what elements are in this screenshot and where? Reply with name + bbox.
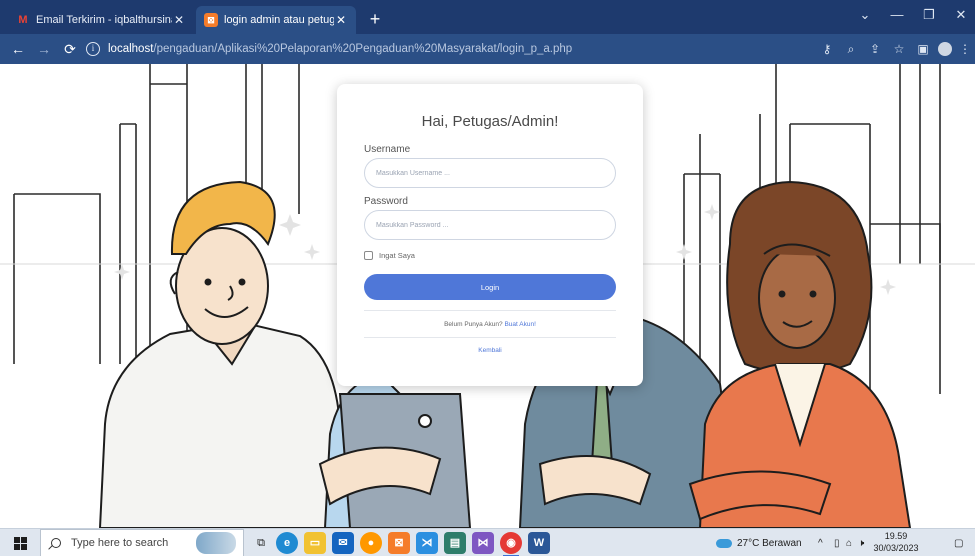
sidepanel-icon[interactable]: ▣ bbox=[914, 40, 932, 58]
tab-title: login admin atau petugas bbox=[224, 14, 334, 26]
register-prompt: Belum Punya Akun? Buat Akun! bbox=[364, 321, 616, 328]
username-label: Username bbox=[364, 144, 411, 155]
divider bbox=[364, 310, 616, 311]
key-icon[interactable]: ⚷ bbox=[818, 40, 836, 58]
page-content: Hai, Petugas/Admin! Username Password In… bbox=[0, 64, 975, 528]
browser-tab-strip: M Email Terkirim - iqbalthursina@g ✕ ⊠ l… bbox=[0, 0, 975, 34]
word-icon[interactable]: W bbox=[528, 532, 550, 554]
reload-icon[interactable]: ⟳ bbox=[60, 39, 80, 59]
info-icon[interactable]: i bbox=[86, 42, 100, 56]
xampp-icon: ⊠ bbox=[204, 13, 218, 27]
close-icon[interactable]: ✕ bbox=[172, 13, 186, 27]
clock-time: 19.59 bbox=[884, 531, 908, 541]
cloud-icon bbox=[716, 538, 732, 548]
username-input[interactable] bbox=[364, 158, 616, 188]
minimize-button[interactable]: — bbox=[880, 0, 914, 30]
restore-button[interactable]: ❐ bbox=[912, 0, 946, 30]
back-arrow-icon[interactable]: ← bbox=[8, 39, 28, 59]
register-link[interactable]: Buat Akun! bbox=[504, 321, 535, 328]
address-bar[interactable]: i localhost/pengaduan/Aplikasi%20Pelapor… bbox=[86, 38, 906, 60]
visual-studio-icon[interactable]: ⋈ bbox=[472, 532, 494, 554]
url-path: /pengaduan/Aplikasi%20Pelaporan%20Pengad… bbox=[153, 43, 573, 55]
tab-email[interactable]: M Email Terkirim - iqbalthursina@g ✕ bbox=[8, 6, 194, 34]
window-close-button[interactable]: ✕ bbox=[944, 0, 975, 30]
search-icon bbox=[51, 538, 61, 548]
network-icon[interactable]: ⌂ bbox=[846, 529, 852, 556]
login-button[interactable]: Login bbox=[364, 274, 616, 300]
windows-taskbar: Type here to search ⧉ e ▭ ✉ ● ⊠ ⋊ ▤ ⋈ ◉ … bbox=[0, 528, 975, 556]
clock[interactable]: 19.59 30/03/2023 bbox=[870, 530, 922, 554]
file-explorer-icon[interactable]: ▭ bbox=[304, 532, 326, 554]
star-icon[interactable]: ☆ bbox=[890, 40, 908, 58]
zoom-icon[interactable]: ⌕ bbox=[842, 40, 860, 58]
tab-title: Email Terkirim - iqbalthursina@g bbox=[36, 14, 172, 26]
search-highlight-icon[interactable] bbox=[196, 532, 236, 554]
remember-me[interactable]: Ingat Saya bbox=[364, 251, 616, 260]
menu-kebab-icon[interactable]: ⋮ bbox=[956, 40, 974, 58]
edge-icon[interactable]: e bbox=[276, 532, 298, 554]
weather-widget[interactable]: 27°C Berawan bbox=[716, 529, 802, 556]
login-title: Hai, Petugas/Admin! bbox=[421, 113, 559, 130]
start-button[interactable] bbox=[0, 529, 40, 556]
chevron-up-icon[interactable]: ^ bbox=[818, 529, 823, 556]
browser-toolbar: ← → ⟳ i localhost/pengaduan/Aplikasi%20P… bbox=[0, 34, 975, 64]
password-input[interactable] bbox=[364, 210, 616, 240]
mail-icon[interactable]: ✉ bbox=[332, 532, 354, 554]
gmail-icon: M bbox=[18, 14, 28, 26]
new-tab-button[interactable]: + bbox=[364, 8, 386, 30]
remember-checkbox[interactable] bbox=[364, 251, 373, 260]
divider bbox=[364, 337, 616, 338]
volume-icon[interactable]: 🕨 bbox=[858, 529, 864, 556]
back-container: Kembali bbox=[364, 347, 616, 354]
password-label: Password bbox=[364, 196, 408, 207]
forward-arrow-icon[interactable]: → bbox=[34, 39, 54, 59]
windows-logo-icon bbox=[13, 536, 27, 550]
close-icon[interactable]: ✕ bbox=[334, 13, 348, 27]
battery-icon[interactable]: ▯ bbox=[834, 529, 840, 556]
url-host: localhost bbox=[108, 43, 154, 55]
firefox-icon[interactable]: ● bbox=[360, 532, 382, 554]
store-icon[interactable]: ▤ bbox=[444, 532, 466, 554]
profile-avatar-icon[interactable] bbox=[936, 40, 954, 58]
search-placeholder: Type here to search bbox=[71, 537, 169, 549]
tab-search-chevron-icon[interactable]: ⌄ bbox=[848, 0, 882, 30]
share-icon[interactable]: ⇪ bbox=[866, 40, 884, 58]
back-link[interactable]: Kembali bbox=[478, 347, 501, 354]
weather-text: 27°C Berawan bbox=[737, 537, 802, 549]
chrome-icon[interactable]: ◉ bbox=[500, 532, 522, 556]
tab-login[interactable]: ⊠ login admin atau petugas ✕ bbox=[196, 6, 356, 34]
login-card: Hai, Petugas/Admin! Username Password In… bbox=[337, 84, 643, 386]
register-text: Belum Punya Akun? bbox=[444, 321, 503, 328]
xampp-taskbar-icon[interactable]: ⊠ bbox=[388, 532, 410, 554]
vscode-icon[interactable]: ⋊ bbox=[416, 532, 438, 554]
clock-date: 30/03/2023 bbox=[873, 543, 919, 553]
notification-icon[interactable]: ▢ bbox=[954, 529, 963, 556]
task-view-icon[interactable]: ⧉ bbox=[250, 532, 272, 554]
remember-label: Ingat Saya bbox=[379, 251, 415, 260]
